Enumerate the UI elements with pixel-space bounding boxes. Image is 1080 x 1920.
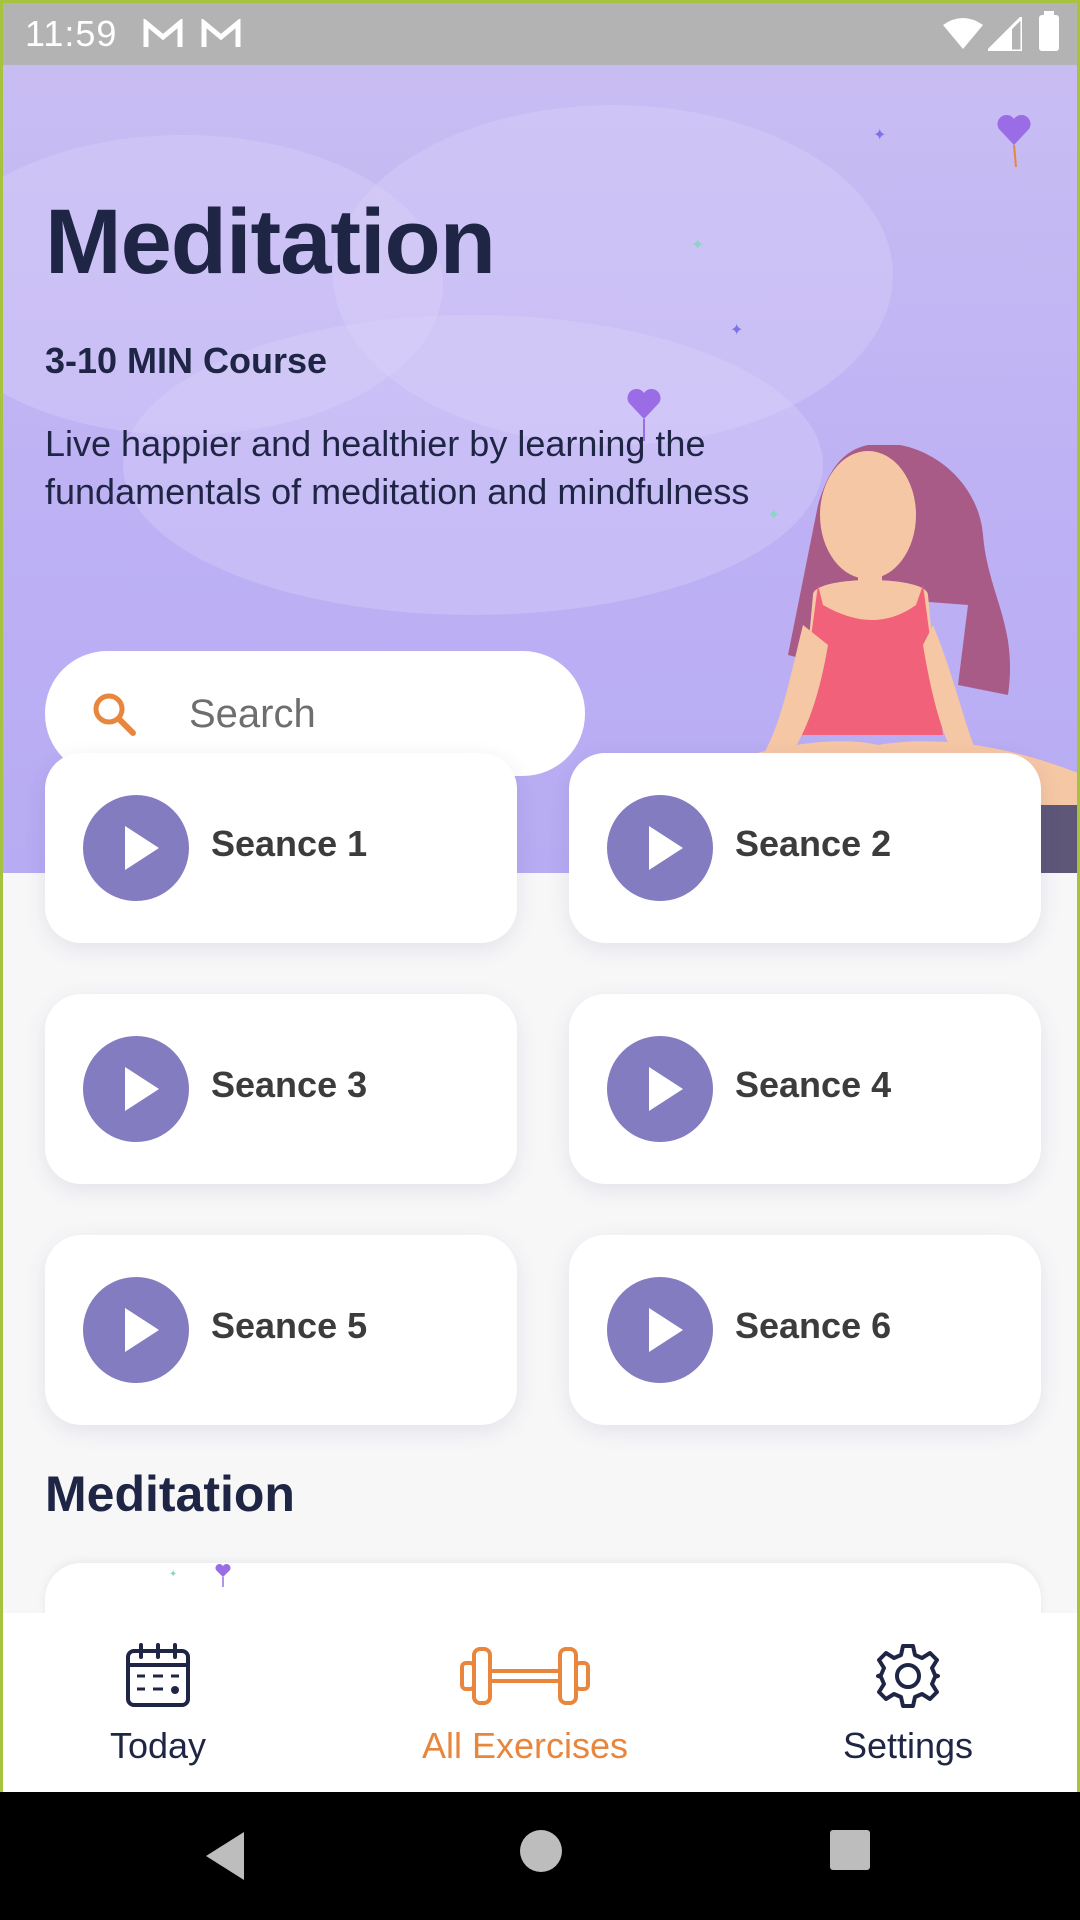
- play-icon[interactable]: [607, 1277, 713, 1383]
- session-card-1[interactable]: Seance 1: [45, 753, 517, 943]
- gmail-icon: [201, 19, 241, 47]
- session-card-3[interactable]: Seance 3: [45, 994, 517, 1184]
- search-input[interactable]: [187, 683, 551, 745]
- play-icon[interactable]: [83, 795, 189, 901]
- nav-label: Settings: [842, 1725, 974, 1766]
- wifi-icon: [943, 18, 983, 49]
- home-icon[interactable]: [520, 1830, 562, 1872]
- session-label: Seance 5: [211, 1305, 368, 1346]
- sparkle-icon: ✦: [691, 237, 705, 254]
- session-card-6[interactable]: Seance 6: [569, 1235, 1041, 1425]
- status-bar: 11:59: [3, 3, 1077, 65]
- battery-icon: [1039, 11, 1059, 51]
- section-title: Meditation: [45, 1466, 295, 1522]
- session-label: Seance 2: [735, 823, 892, 864]
- play-icon[interactable]: [83, 1036, 189, 1142]
- system-navigation-bar: [0, 1792, 1080, 1920]
- session-label: Seance 1: [211, 823, 368, 864]
- calendar-icon: [126, 1643, 190, 1707]
- page-title: Meditation: [45, 191, 496, 293]
- sparkle-icon: ✦: [169, 1569, 178, 1580]
- heart-balloon-icon: [215, 1563, 231, 1587]
- nav-label: All Exercises: [421, 1725, 629, 1766]
- dumbbell-icon: [460, 1647, 590, 1705]
- session-label: Seance 6: [735, 1305, 892, 1346]
- recent-apps-icon[interactable]: [830, 1830, 870, 1870]
- nav-label: Today: [109, 1725, 207, 1766]
- hero-banner: ✦ ✦ ✦ ✦ Meditation 3-10 MIN Course Live …: [3, 65, 1077, 873]
- search-icon: [93, 693, 136, 736]
- app-screen: 11:59 ✦ ✦ ✦ ✦ Meditation 3-10 MIN Course…: [0, 0, 1080, 1792]
- sparkle-icon: ✦: [730, 322, 744, 339]
- nav-today[interactable]: Today: [58, 1613, 258, 1792]
- session-label: Seance 3: [211, 1064, 368, 1105]
- back-icon[interactable]: [206, 1832, 244, 1880]
- gmail-icon: [143, 19, 183, 47]
- signal-icon: [988, 17, 1022, 51]
- course-description: Live happier and healthier by learning t…: [45, 423, 750, 512]
- gear-icon: [876, 1644, 940, 1708]
- nav-all-exercises[interactable]: All Exercises: [395, 1613, 655, 1792]
- session-label: Seance 4: [735, 1064, 892, 1105]
- heart-balloon-icon: [997, 114, 1031, 168]
- session-card-5[interactable]: Seance 5: [45, 1235, 517, 1425]
- session-card-2[interactable]: Seance 2: [569, 753, 1041, 943]
- play-icon[interactable]: [83, 1277, 189, 1383]
- play-icon[interactable]: [607, 795, 713, 901]
- session-card-4[interactable]: Seance 4: [569, 994, 1041, 1184]
- sparkle-icon: ✦: [873, 127, 887, 144]
- play-icon[interactable]: [607, 1036, 713, 1142]
- nav-settings[interactable]: Settings: [808, 1613, 1008, 1792]
- bottom-navigation: Today All Exercises Settings: [3, 1613, 1077, 1792]
- course-duration: 3-10 MIN Course: [45, 340, 328, 381]
- status-time: 11:59: [25, 13, 118, 54]
